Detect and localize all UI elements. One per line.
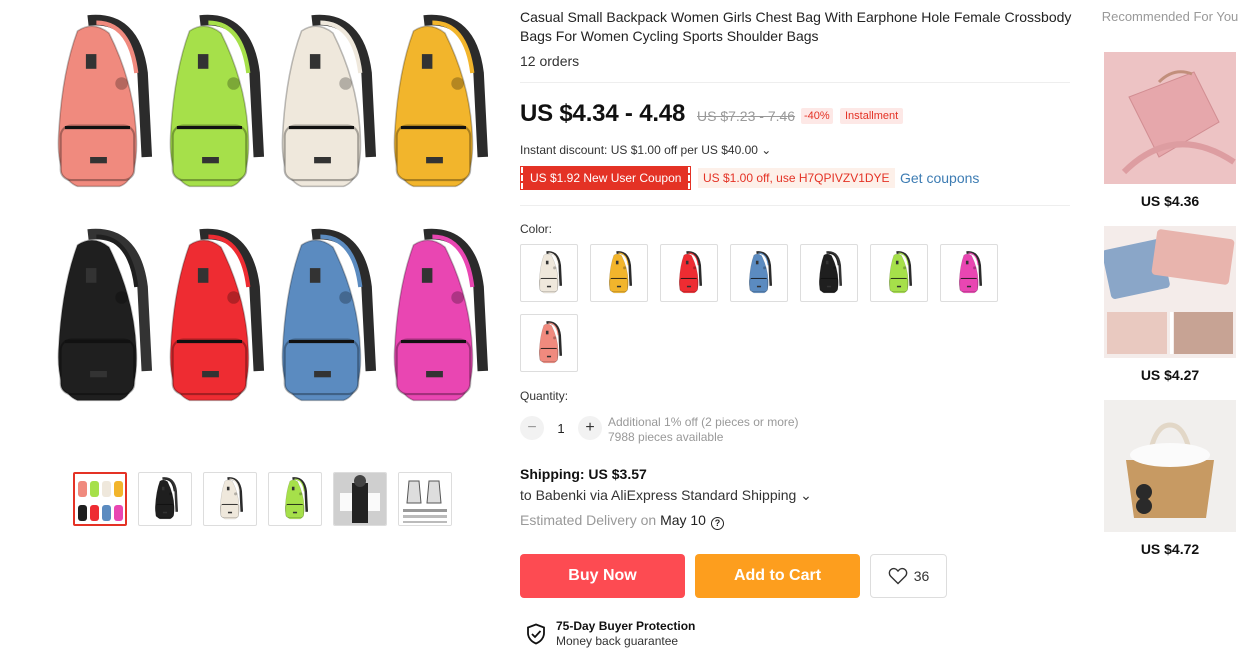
bulk-discount-note: Additional 1% off (2 pieces or more) (608, 415, 799, 429)
buy-now-button[interactable]: Buy Now (520, 554, 685, 598)
thumbnail-model-photo[interactable] (333, 472, 387, 526)
quantity-label: Quantity: (520, 389, 569, 403)
color-swatch[interactable] (940, 244, 998, 302)
new-user-coupon[interactable]: US $1.92 New User Coupon (519, 166, 692, 190)
rec-item-price[interactable]: US $4.36 (1100, 193, 1240, 209)
heart-icon (888, 567, 908, 585)
rec-item-image[interactable] (1104, 52, 1236, 184)
divider (520, 82, 1070, 83)
bag-5 (57, 228, 153, 402)
color-swatch[interactable] (870, 244, 928, 302)
thumbnail-size-chart[interactable] (398, 472, 452, 526)
divider (520, 205, 1070, 206)
bag-3 (281, 14, 377, 188)
wishlist-count: 36 (913, 568, 930, 584)
order-count: 12 orders (520, 53, 580, 69)
estimated-delivery: Estimated Delivery on May 10? (520, 512, 724, 530)
thumbnail-all-colors[interactable] (73, 472, 127, 526)
bag-6 (169, 228, 265, 402)
wallets-image (1104, 226, 1236, 358)
color-swatch[interactable] (590, 244, 648, 302)
color-label: Color: (520, 222, 553, 236)
color-swatch[interactable] (800, 244, 858, 302)
product-title: Casual Small Backpack Women Girls Chest … (520, 9, 1072, 44)
thumbnail-green[interactable] (268, 472, 322, 526)
main-product-image[interactable] (30, 0, 496, 440)
help-icon[interactable]: ? (710, 517, 724, 530)
recommended-title: Recommended For You (1101, 9, 1239, 24)
installment-badge[interactable]: Installment (840, 108, 904, 124)
pink-crossbody-image (1104, 52, 1236, 184)
rec-item-price[interactable]: US $4.72 (1100, 541, 1240, 557)
quantity-value[interactable]: 1 (544, 421, 578, 436)
instant-discount[interactable]: Instant discount: US $1.00 off per US $4… (520, 143, 771, 157)
price: US $4.34 - 4.48 (520, 100, 686, 127)
rec-item-price[interactable]: US $4.27 (1100, 367, 1240, 383)
thumbnail-black[interactable] (138, 472, 192, 526)
quantity-note: Additional 1% off (2 pieces or more) 798… (608, 415, 799, 445)
wishlist-button[interactable]: 36 (870, 554, 947, 598)
color-swatch[interactable] (660, 244, 718, 302)
add-to-cart-button[interactable]: Add to Cart (695, 554, 860, 598)
original-price: US $7.23 - 7.46 (697, 108, 796, 124)
protection-subtitle: Money back guarantee (556, 634, 679, 648)
straw-bag-image (1104, 400, 1236, 532)
bag-7 (281, 228, 377, 402)
rec-item-image[interactable] (1104, 226, 1236, 358)
bag-2 (169, 14, 265, 188)
get-coupons-link[interactable]: Get coupons (900, 170, 979, 186)
decrease-button[interactable]: − (520, 416, 544, 440)
color-swatch[interactable] (520, 244, 578, 302)
buyer-protection: 75-Day Buyer Protection Money back guara… (526, 619, 695, 649)
color-swatch[interactable] (520, 314, 578, 372)
delivery-date: May 10 (660, 512, 706, 528)
bag-4 (393, 14, 489, 188)
thumbnail-cream[interactable] (203, 472, 257, 526)
thumbnail-strip (73, 472, 452, 526)
discount-badge: -40% (801, 108, 833, 124)
shipping-cost: Shipping: US $3.57 (520, 466, 647, 482)
protection-title: 75-Day Buyer Protection (556, 619, 696, 633)
bag-1 (57, 14, 153, 188)
color-swatch[interactable] (730, 244, 788, 302)
stock-note: 7988 pieces available (608, 430, 724, 444)
estimated-label: Estimated Delivery on (520, 512, 657, 528)
quantity-stepper: − 1 + (520, 416, 602, 440)
coupon-code[interactable]: US $1.00 off, use H7QPIVZV1DYE (698, 168, 895, 188)
increase-button[interactable]: + (578, 416, 602, 440)
rec-item-image[interactable] (1104, 400, 1236, 532)
product-page: Casual Small Backpack Women Girls Chest … (0, 0, 1246, 662)
shipping-destination[interactable]: to Babenki via AliExpress Standard Shipp… (520, 487, 812, 504)
bag-8 (393, 228, 489, 402)
shield-check-icon (527, 623, 545, 645)
bag-grid-image (57, 14, 489, 402)
